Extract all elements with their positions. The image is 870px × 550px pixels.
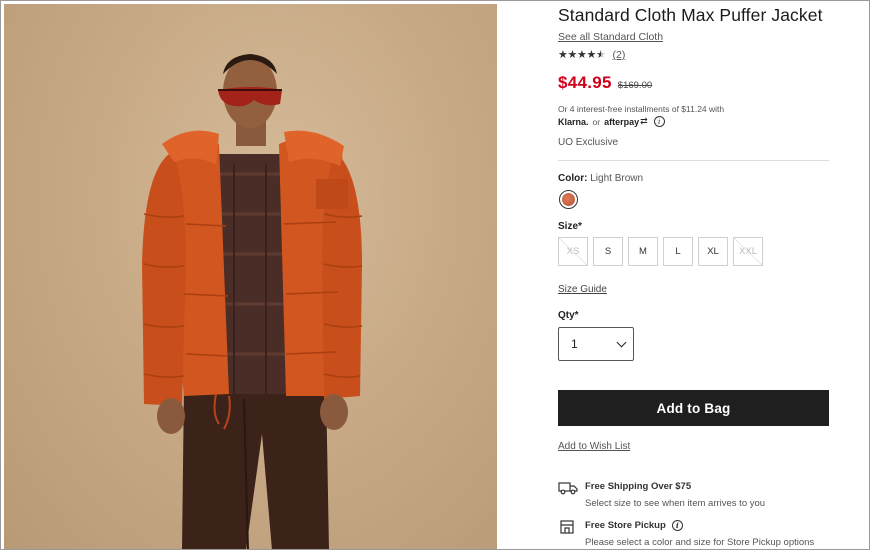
or-text: or bbox=[592, 116, 601, 127]
size-guide-link[interactable]: Size Guide bbox=[558, 284, 607, 295]
shipping-subtitle: Select size to see when item arrives to … bbox=[585, 498, 766, 509]
star-half-icon: ★ bbox=[596, 48, 606, 61]
pickup-title: Free Store Pickup bbox=[585, 520, 666, 531]
pickup-title-row: Free Store Pickup i bbox=[585, 520, 814, 531]
brand-link[interactable]: See all Standard Cloth bbox=[558, 31, 663, 43]
sale-price: $44.95 bbox=[558, 73, 612, 92]
color-label: Color: Light Brown bbox=[558, 173, 643, 184]
shipping-text: Free Shipping Over $75 Select size to se… bbox=[585, 481, 765, 509]
review-count-link[interactable]: (2) bbox=[613, 49, 626, 61]
rating-stars: ★ ★ ★ ★ ★ bbox=[558, 49, 606, 61]
color-value: Light Brown bbox=[590, 173, 644, 184]
qty-label: Qty* bbox=[558, 310, 579, 321]
quantity-select[interactable]: 1 bbox=[558, 327, 634, 361]
payment-options: Klarna. or afterpay ⇄ i bbox=[558, 116, 665, 127]
size-option-xs[interactable]: XS bbox=[558, 237, 588, 266]
shipping-info: Free Shipping Over $75 Select size to se… bbox=[558, 481, 765, 509]
pickup-text: Free Store Pickup i Please select a colo… bbox=[585, 520, 814, 548]
info-icon[interactable]: i bbox=[653, 116, 665, 127]
pickup-subtitle: Please select a color and size for Store… bbox=[585, 537, 815, 548]
installments-text: Or 4 interest-free installments of $11.2… bbox=[558, 104, 725, 114]
size-option-xl[interactable]: XL bbox=[698, 237, 728, 266]
size-label: Size* bbox=[558, 221, 582, 232]
product-title: Standard Cloth Max Puffer Jacket bbox=[558, 5, 823, 25]
size-option-m[interactable]: M bbox=[628, 237, 658, 266]
original-price: $169.00 bbox=[617, 80, 653, 91]
chevron-down-icon bbox=[616, 337, 627, 347]
store-icon bbox=[560, 520, 574, 534]
divider bbox=[558, 160, 829, 161]
star-icon: ★ bbox=[586, 48, 597, 61]
star-icon: ★ bbox=[558, 48, 568, 61]
pickup-info: Free Store Pickup i Please select a colo… bbox=[558, 520, 814, 548]
rating: ★ ★ ★ ★ ★ (2) bbox=[558, 49, 626, 62]
exclusive-badge: UO Exclusive bbox=[558, 137, 619, 148]
swatch-fill bbox=[562, 193, 575, 206]
klarna-logo: Klarna. bbox=[558, 116, 589, 127]
add-to-bag-button[interactable]: Add to Bag bbox=[558, 390, 829, 426]
color-label-title: Color: bbox=[558, 173, 588, 184]
add-to-wish-list-link[interactable]: Add to Wish List bbox=[558, 441, 630, 452]
afterpay-logo: afterpay bbox=[604, 116, 640, 127]
info-icon[interactable]: i bbox=[671, 520, 683, 531]
size-option-l[interactable]: L bbox=[663, 237, 693, 266]
afterpay-icon: ⇄ bbox=[640, 116, 648, 126]
model-wearing-jacket-illustration bbox=[142, 54, 363, 550]
quantity-value: 1 bbox=[571, 337, 578, 351]
size-options: XS S M L XL XXL bbox=[558, 237, 768, 266]
shipping-title: Free Shipping Over $75 bbox=[585, 481, 692, 492]
size-option-s[interactable]: S bbox=[593, 237, 623, 266]
color-swatch-light-brown[interactable] bbox=[559, 190, 578, 209]
price: $44.95 $169.00 bbox=[558, 73, 652, 93]
product-image[interactable] bbox=[4, 4, 497, 550]
size-option-xxl[interactable]: XXL bbox=[733, 237, 763, 266]
truck-icon bbox=[558, 482, 578, 495]
star-icon: ★ bbox=[567, 48, 578, 61]
star-icon: ★ bbox=[577, 48, 587, 61]
